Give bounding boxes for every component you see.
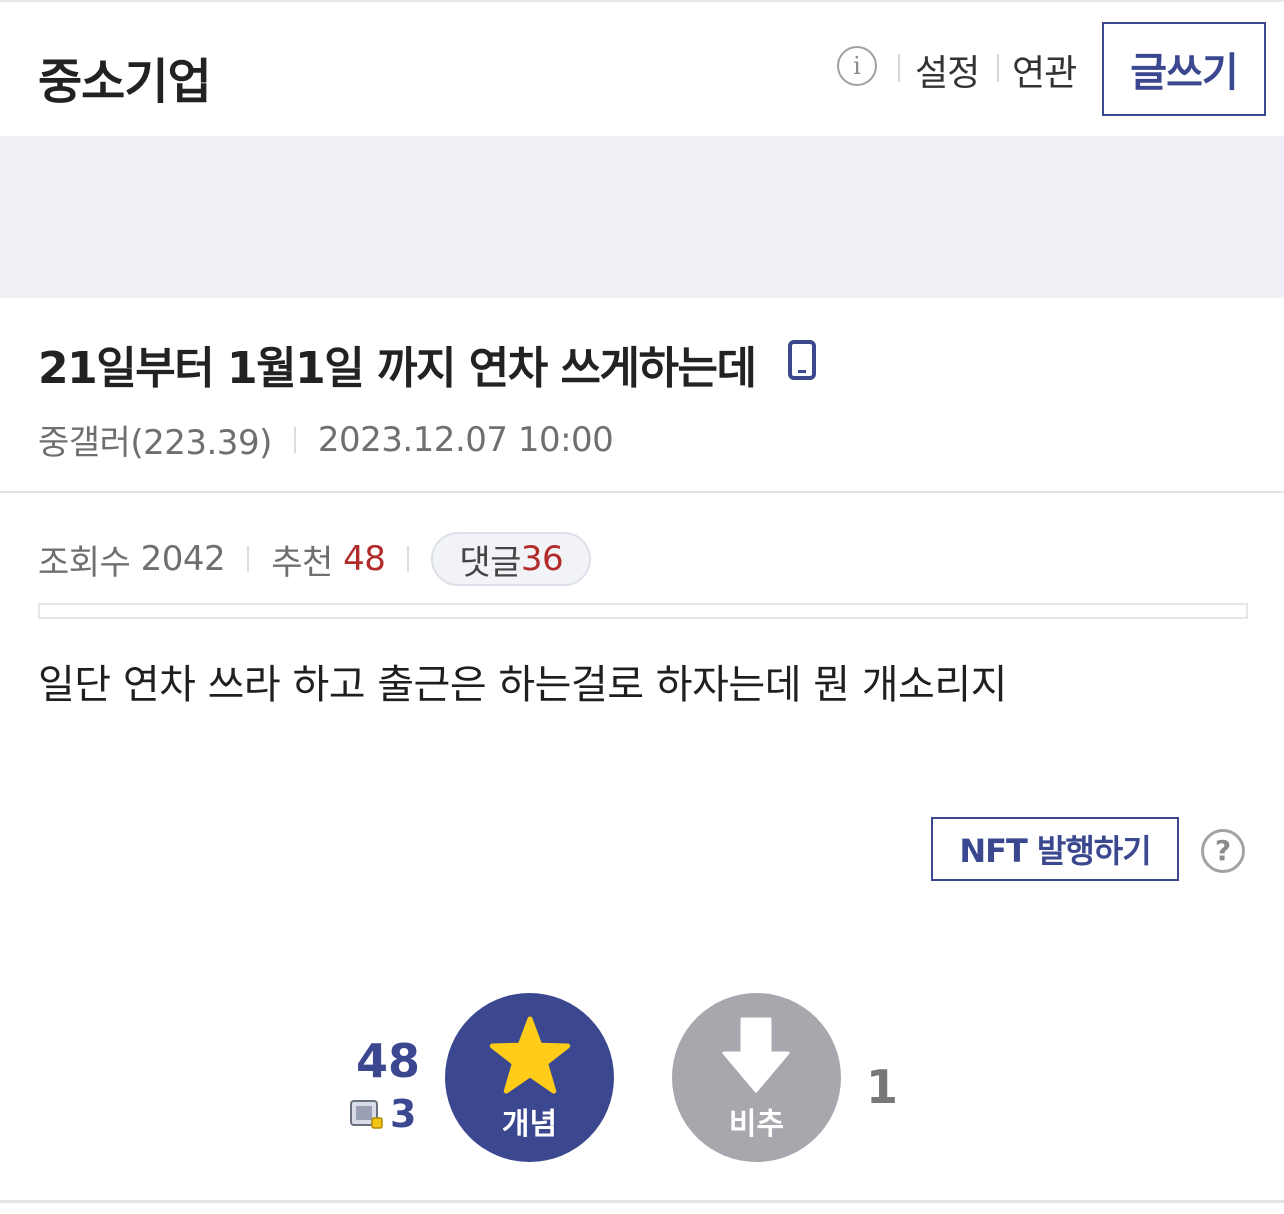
post-title: 21일부터 1월1일 까지 연차 쓰게하는데 <box>38 343 757 394</box>
views-label: 조회수 <box>38 542 131 583</box>
mobile-icon <box>788 340 816 380</box>
settings-link[interactable]: 설정 <box>915 44 980 96</box>
related-link[interactable]: 연관 <box>1012 44 1077 96</box>
comments-button[interactable]: 댓글 36 <box>431 532 592 586</box>
upvote-count: 48 <box>355 1034 420 1088</box>
header-divider <box>0 491 1284 493</box>
author-name[interactable]: 중갤러(223.39) <box>38 415 272 464</box>
down-arrow-icon <box>722 1017 790 1093</box>
recommend-count: 48 <box>343 539 386 579</box>
stats-separator <box>247 546 250 572</box>
info-icon[interactable]: i <box>837 46 877 86</box>
help-icon[interactable]: ? <box>1201 829 1245 873</box>
ad-banner-area <box>0 136 1284 298</box>
downvote-button[interactable]: 비추 <box>672 993 841 1162</box>
header-separator <box>898 54 900 82</box>
write-button[interactable]: 글쓰기 <box>1102 22 1266 116</box>
fixed-count: 3 <box>390 1092 417 1136</box>
post-meta: 중갤러(223.39) 2023.12.07 10:00 <box>38 415 614 464</box>
star-icon <box>489 1016 571 1094</box>
views-count: 2042 <box>140 539 226 579</box>
post-datetime: 2023.12.07 10:00 <box>317 419 614 460</box>
upvote-button[interactable]: 개념 <box>445 993 614 1162</box>
downvote-label: 비추 <box>728 1107 785 1142</box>
upvote-label: 개념 <box>501 1107 558 1142</box>
downvote-count: 1 <box>866 1060 899 1114</box>
post-body: 일단 연차 쓰라 하고 출근은 하는걸로 하자는데 뭔 개소리지 <box>38 662 1007 708</box>
fix-icon <box>350 1100 383 1129</box>
bottom-divider <box>0 1200 1284 1203</box>
recommend-label: 추천 <box>271 542 333 583</box>
stats-separator <box>407 546 410 572</box>
nft-issue-button[interactable]: NFT 발행하기 <box>931 817 1179 881</box>
comments-label: 댓글 <box>459 542 521 583</box>
meta-separator <box>293 426 296 453</box>
comments-count: 36 <box>520 539 564 579</box>
content-top-box <box>38 603 1248 619</box>
gallery-title[interactable]: 중소기업 <box>38 42 212 112</box>
header-separator <box>997 54 999 82</box>
post-stats: 조회수 2042 추천 48 댓글 36 <box>38 532 592 586</box>
gallery-header: 중소기업 i 설정 연관 글쓰기 <box>0 2 1284 136</box>
